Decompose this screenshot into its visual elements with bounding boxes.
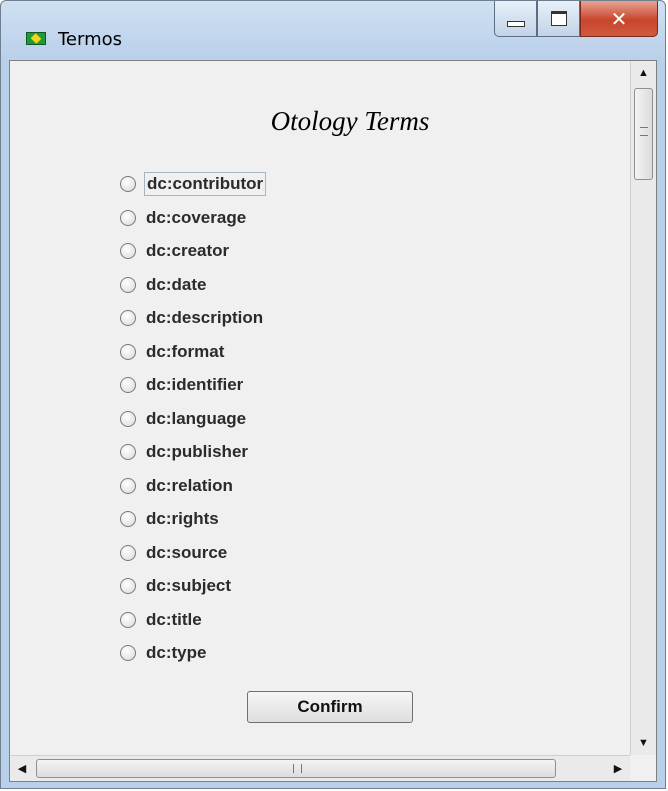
radio-label: dc:publisher (146, 442, 249, 461)
scroll-right-icon[interactable]: ▶ (606, 756, 630, 781)
radio-option-description[interactable]: dc:description (120, 305, 265, 331)
radio-option-identifier[interactable]: dc:identifier (120, 372, 245, 398)
radio-button[interactable] (120, 377, 136, 393)
radio-button[interactable] (120, 344, 136, 360)
radio-label: dc:source (146, 543, 228, 562)
radio-label: dc:contributor (144, 172, 267, 196)
radio-button[interactable] (120, 444, 136, 460)
close-button[interactable]: ✕ (580, 1, 658, 37)
scroll-content: Otology Terms dc:contributor dc:coverage… (10, 61, 630, 755)
title-bar[interactable]: Termos ✕ (1, 1, 665, 59)
scroll-corner (630, 755, 656, 781)
radio-button[interactable] (120, 545, 136, 561)
radio-label: dc:description (146, 308, 264, 327)
radio-label: dc:date (146, 275, 207, 294)
radio-label: dc:type (146, 643, 207, 662)
scroll-down-icon[interactable]: ▼ (631, 731, 656, 755)
maximize-icon (550, 11, 567, 26)
radio-option-source[interactable]: dc:source (120, 540, 229, 566)
radio-option-format[interactable]: dc:format (120, 339, 226, 365)
vertical-scrollbar[interactable]: ▲ ▼ (630, 61, 656, 755)
radio-label: dc:format (146, 342, 225, 361)
radio-button[interactable] (120, 511, 136, 527)
radio-option-contributor[interactable]: dc:contributor (120, 171, 267, 197)
window-title: Termos (58, 29, 123, 50)
radio-button[interactable] (120, 478, 136, 494)
radio-button[interactable] (120, 578, 136, 594)
radio-button[interactable] (120, 243, 136, 259)
radio-button[interactable] (120, 612, 136, 628)
radio-label: dc:rights (146, 509, 219, 528)
horizontal-scrollbar[interactable]: ◀ ▶ (10, 755, 630, 781)
radio-option-subject[interactable]: dc:subject (120, 573, 233, 599)
confirm-button[interactable]: Confirm (247, 691, 413, 723)
radio-option-language[interactable]: dc:language (120, 406, 248, 432)
radio-label: dc:title (146, 610, 202, 629)
radio-label: dc:subject (146, 576, 232, 595)
radio-button[interactable] (120, 277, 136, 293)
radio-option-coverage[interactable]: dc:coverage (120, 205, 248, 231)
scroll-left-icon[interactable]: ◀ (10, 756, 34, 781)
radio-option-creator[interactable]: dc:creator (120, 238, 231, 264)
radio-button[interactable] (120, 210, 136, 226)
radio-label: dc:creator (146, 241, 230, 260)
vertical-scroll-thumb[interactable] (634, 88, 653, 180)
brazil-flag-icon (26, 32, 46, 45)
close-icon: ✕ (610, 6, 628, 31)
minimize-button[interactable] (494, 1, 537, 37)
radio-button[interactable] (120, 645, 136, 661)
radio-option-relation[interactable]: dc:relation (120, 473, 235, 499)
radio-option-rights[interactable]: dc:rights (120, 506, 221, 532)
minimize-icon (506, 20, 525, 27)
radio-label: dc:relation (146, 476, 233, 495)
radio-button[interactable] (120, 310, 136, 326)
page-title: Otology Terms (270, 106, 430, 136)
horizontal-scroll-thumb[interactable] (36, 759, 556, 778)
maximize-button[interactable] (537, 1, 580, 37)
radio-option-publisher[interactable]: dc:publisher (120, 439, 250, 465)
radio-button[interactable] (120, 411, 136, 427)
radio-option-date[interactable]: dc:date (120, 272, 208, 298)
radio-label: dc:coverage (146, 208, 247, 227)
radio-label: dc:language (146, 409, 247, 428)
radio-option-type[interactable]: dc:type (120, 640, 208, 666)
app-window: Termos ✕ Otology Terms dc:contributor dc… (0, 0, 666, 789)
radio-button[interactable] (120, 176, 136, 192)
client-area: Otology Terms dc:contributor dc:coverage… (9, 60, 657, 782)
radio-label: dc:identifier (146, 375, 244, 394)
radio-option-title[interactable]: dc:title (120, 607, 204, 633)
scroll-up-icon[interactable]: ▲ (631, 61, 656, 85)
